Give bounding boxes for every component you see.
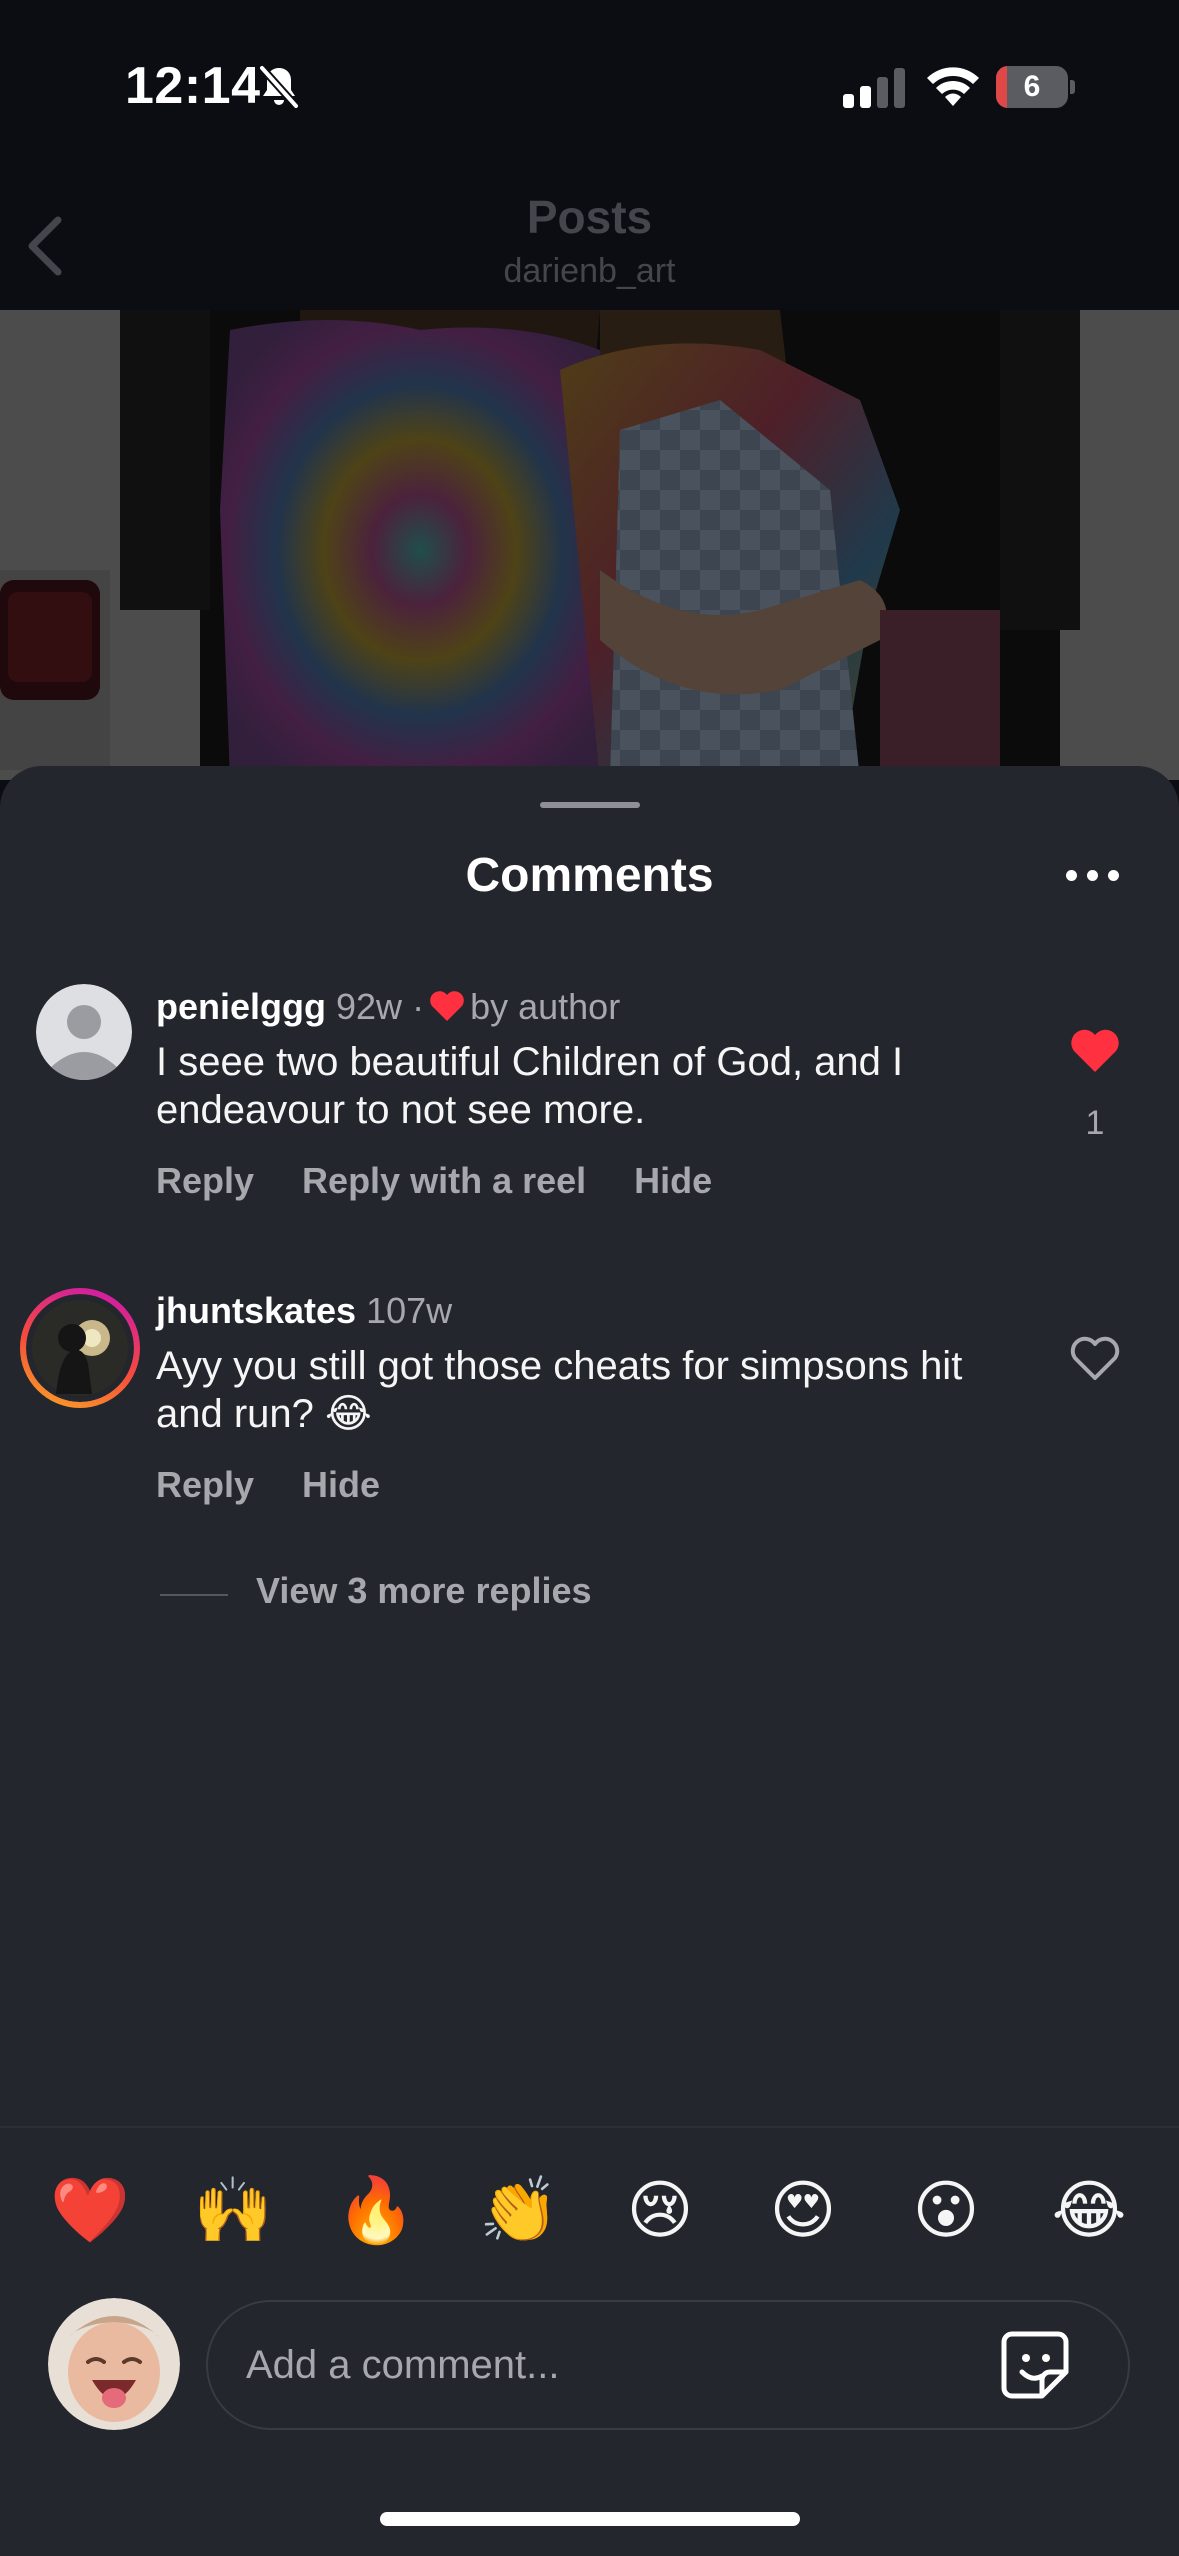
emoji-red-heart[interactable]: ❤️ <box>50 2172 130 2248</box>
thread-line <box>160 1594 228 1596</box>
comment-username[interactable]: penielggg <box>156 986 326 1027</box>
emoji-clapping-hands[interactable]: 👏 <box>479 2172 559 2248</box>
comment-input-box[interactable] <box>206 2300 1130 2430</box>
cellular-signal-icon <box>843 68 905 108</box>
avatar-story-ring[interactable] <box>20 1288 140 1408</box>
heart-icon <box>430 991 464 1021</box>
bell-slash-icon <box>259 65 299 109</box>
comment-age: 92w <box>336 986 403 1027</box>
view-more-replies[interactable]: View 3 more replies <box>160 1570 760 1618</box>
user-avatar-photo <box>26 1294 134 1402</box>
comment-text: I seee two beautiful Children of God, an… <box>156 1040 904 1132</box>
sticker-icon[interactable] <box>998 2328 1072 2402</box>
comment-text: Ayy you still got those cheats for simps… <box>156 1344 963 1436</box>
home-indicator[interactable] <box>380 2512 800 2526</box>
comment-meta: jhuntskates 107w <box>156 1290 452 1332</box>
emoji-tears-of-joy[interactable]: 😂 <box>1051 2172 1127 2248</box>
battery-level: 6 <box>1023 70 1041 103</box>
battery-icon: 6 <box>996 66 1076 108</box>
comment-username[interactable]: jhuntskates <box>156 1290 356 1331</box>
comment-meta: penielggg 92w · by author <box>156 986 620 1028</box>
nav-header: Posts darienb_art <box>0 170 1179 310</box>
page-subtitle-username[interactable]: darienb_art <box>0 252 1179 291</box>
emoji-reaction-bar: ❤️ 🙌 🔥 👏 😢 😍 😮 😂 <box>0 2126 1179 2294</box>
like-count: 1 <box>1085 1104 1105 1142</box>
comment-input[interactable] <box>246 2302 946 2428</box>
sheet-title: Comments <box>465 849 714 902</box>
emoji-fire[interactable]: 🔥 <box>336 2172 416 2248</box>
wifi-icon <box>927 67 979 106</box>
reply-with-reel-button[interactable]: Reply with a reel <box>302 1160 586 1201</box>
avatar-default[interactable] <box>36 984 132 1080</box>
hide-button[interactable]: Hide <box>302 1464 380 1505</box>
reply-button[interactable]: Reply <box>156 1160 254 1201</box>
reply-button[interactable]: Reply <box>156 1464 254 1505</box>
liked-by-author: by author <box>470 986 621 1027</box>
heart-outline-icon[interactable] <box>1068 1334 1122 1384</box>
emoji-crying-face[interactable]: 😢 <box>622 2172 698 2248</box>
emoji-surprised-face[interactable]: 😮 <box>908 2172 984 2248</box>
hide-button[interactable]: Hide <box>634 1160 712 1201</box>
status-time: 12:14 <box>125 57 261 115</box>
heart-filled-icon[interactable] <box>1068 1026 1122 1076</box>
emoji-raising-hands[interactable]: 🙌 <box>193 2172 273 2248</box>
status-bar: 12:14 6 <box>0 0 1179 170</box>
comment-actions: Reply Reply with a reel Hide <box>156 1160 760 1202</box>
view-more-replies-label: View 3 more replies <box>256 1570 592 1611</box>
ellipsis-icon[interactable] <box>1066 870 1120 884</box>
post-photo <box>0 310 1179 780</box>
comment-age: 107w <box>366 1290 453 1331</box>
page-title: Posts <box>526 191 653 243</box>
comment-actions: Reply Hide <box>156 1464 428 1506</box>
meta-separator: · <box>412 986 425 1027</box>
emoji-heart-eyes[interactable]: 😍 <box>765 2172 841 2248</box>
sheet-grabber[interactable] <box>540 802 640 808</box>
my-avatar <box>48 2298 180 2430</box>
